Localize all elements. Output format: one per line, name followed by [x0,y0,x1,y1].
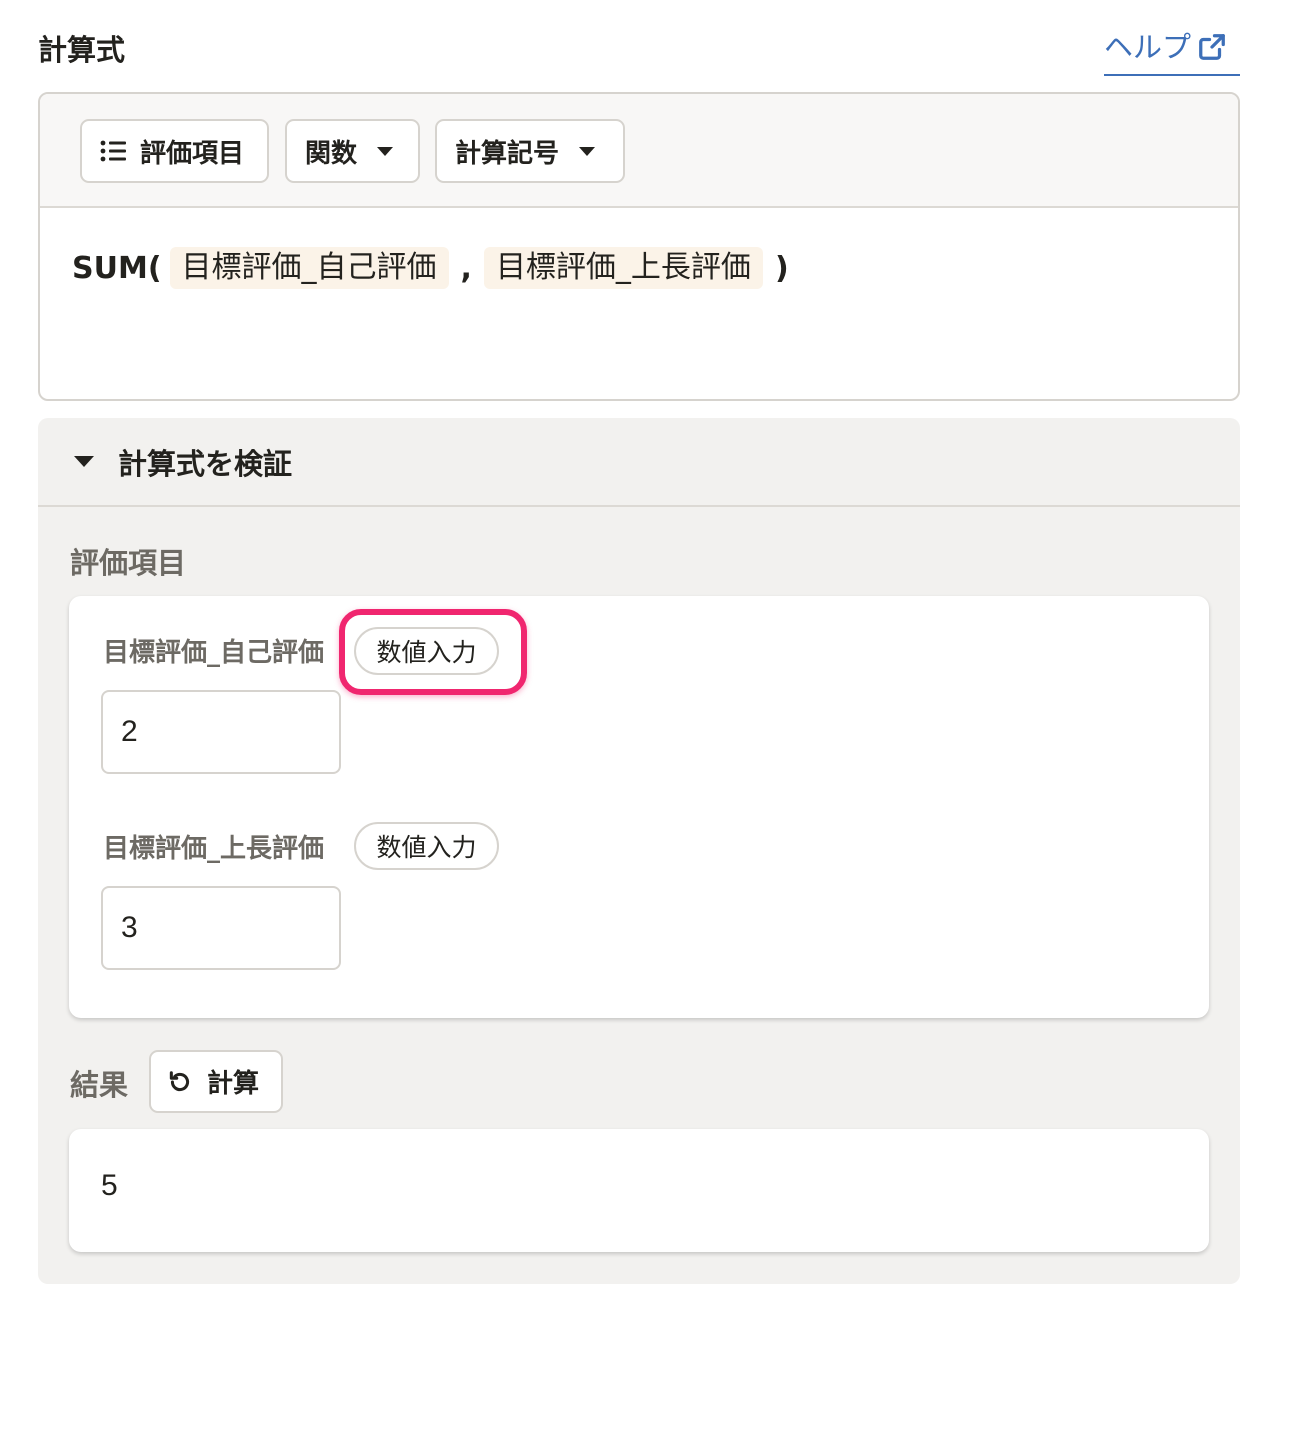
functions-label: 関数 [305,138,358,169]
verify-title: 計算式を検証 [118,446,293,481]
formula-close: ) [774,250,789,286]
evaluation-items-label: 評価項目 [140,138,245,169]
formula-toolbar: 評価項目 関数 計算記号 [40,94,1238,208]
list-icon [100,140,126,162]
calculate-label: 計算 [207,1069,260,1099]
formula-function: SUM( [72,250,162,286]
field-label: 目標評価_上長評価 [103,834,325,864]
formula-token[interactable]: 目標評価_自己評価 [169,247,449,289]
formula-token[interactable]: 目標評価_上長評価 [483,247,763,289]
field-label: 目標評価_自己評価 [103,638,325,668]
operators-label: 計算記号 [455,138,560,169]
page-title: 計算式 [38,33,126,67]
result-heading: 結果 [70,1068,129,1102]
functions-dropdown[interactable]: 関数 [285,119,420,183]
caret-down-icon [377,146,394,156]
calculate-button[interactable]: 計算 [149,1050,283,1113]
help-link[interactable]: ヘルプ [1104,28,1240,76]
numeric-input-badge: 数値入力 [354,627,499,675]
caret-down-icon [579,146,596,156]
caret-down-icon [74,456,94,467]
items-heading: 評価項目 [70,546,187,580]
help-link-label: ヘルプ [1104,30,1192,64]
result-card: 5 [69,1129,1209,1252]
manager-evaluation-input[interactable] [101,886,341,970]
evaluation-items-button[interactable]: 評価項目 [80,119,269,183]
verify-toggle[interactable]: 計算式を検証 [38,418,1240,507]
numeric-input-badge: 数値入力 [354,822,499,870]
result-value: 5 [101,1169,118,1202]
items-card: 目標評価_自己評価 数値入力 目標評価_上長評価 数値入力 [69,596,1209,1018]
formula-editor: 評価項目 関数 計算記号 SUM( 目標評価_自己評価 , 目標評価_上長評価 … [38,92,1240,401]
formula-text[interactable]: SUM( 目標評価_自己評価 , 目標評価_上長評価 ) [72,246,789,290]
refresh-icon [169,1070,190,1091]
verify-panel: 計算式を検証 評価項目 目標評価_自己評価 数値入力 目標評価_上長評価 数値入… [38,418,1240,1284]
operators-dropdown[interactable]: 計算記号 [435,119,625,183]
formula-separator: , [460,250,472,286]
self-evaluation-input[interactable] [101,690,341,774]
external-link-icon [1199,34,1225,60]
